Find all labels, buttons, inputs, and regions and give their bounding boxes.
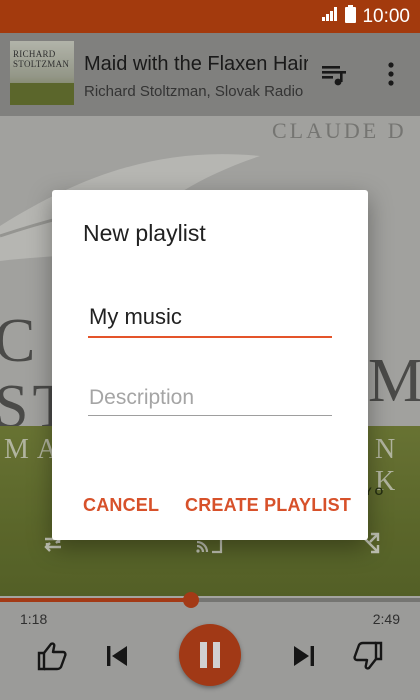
create-playlist-button[interactable]: CREATE PLAYLIST (185, 495, 351, 516)
pause-icon (200, 642, 220, 668)
more-vert-icon[interactable] (380, 59, 402, 91)
album-thumb-line2: STOLTZMAN (13, 59, 70, 69)
album-thumb-line1: RICHARD (13, 49, 56, 59)
status-bar: 10:00 (0, 0, 420, 33)
track-title: Maid with the Flaxen Hair (84, 53, 308, 75)
progress-thumb[interactable] (183, 592, 200, 608)
queue-music-icon[interactable] (320, 61, 348, 89)
album-thumbnail: RICHARD STOLTZMAN (10, 41, 74, 105)
cancel-button[interactable]: CANCEL (83, 495, 159, 516)
progress-fill (0, 598, 192, 602)
track-artist: Richard Stoltzman, Slovak Radio Symphony… (84, 83, 308, 100)
skip-previous-icon[interactable] (103, 642, 131, 670)
thumb-up-icon[interactable] (36, 640, 68, 672)
progress-bar[interactable] (0, 592, 420, 608)
dialog-title: New playlist (83, 220, 206, 246)
skip-next-icon[interactable] (290, 642, 318, 670)
now-playing-header[interactable]: RICHARD STOLTZMAN Maid with the Flaxen H… (0, 33, 420, 116)
playlist-name-input[interactable] (88, 298, 332, 338)
play-pause-button[interactable] (179, 624, 241, 686)
status-icons: 10:00 (321, 0, 410, 33)
signal-icon (321, 6, 339, 27)
album-thumb-band (10, 83, 74, 105)
time-total: 2:49 (372, 611, 400, 627)
playlist-description-input[interactable] (88, 380, 332, 416)
album-art-big-text-3: MA (368, 347, 420, 415)
battery-icon (345, 5, 357, 28)
new-playlist-dialog: New playlist CANCEL CREATE PLAYLIST (52, 190, 368, 540)
album-art-big-text-1: C (0, 307, 40, 375)
time-elapsed: 1:18 (20, 611, 48, 627)
thumb-down-icon[interactable] (352, 640, 384, 672)
status-time: 10:00 (362, 5, 410, 27)
